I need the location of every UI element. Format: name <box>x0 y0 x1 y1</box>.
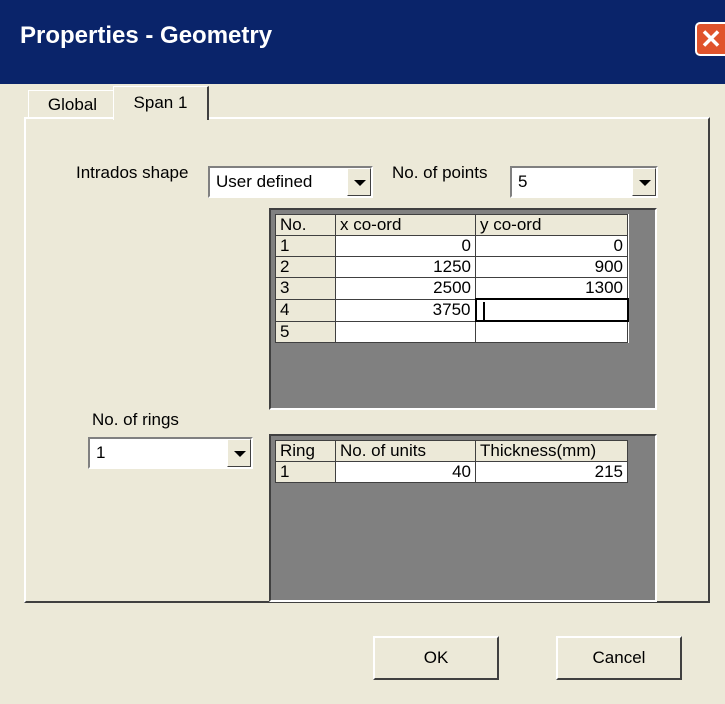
coord-grid: No. x co-ord y co-ord 1 0 0 2 1250 900 3… <box>269 208 657 410</box>
text-cursor <box>482 301 485 320</box>
intrados-shape-select[interactable]: User defined <box>208 166 373 198</box>
tab-span-1[interactable]: Span 1 <box>113 86 209 120</box>
thickness-cell[interactable]: 215 <box>475 461 628 483</box>
rings-value: 1 <box>96 443 106 462</box>
coord-table: No. x co-ord y co-ord 1 0 0 2 1250 900 3… <box>275 214 629 343</box>
row-header: 1 <box>275 461 336 483</box>
y-coord-cell[interactable] <box>475 320 628 343</box>
table-row: 1 0 0 <box>275 235 628 257</box>
window-title: Properties - Geometry <box>20 22 273 49</box>
ok-button[interactable]: OK <box>373 636 499 680</box>
tab-global-label: Global <box>47 95 98 114</box>
x-coord-cell[interactable] <box>335 320 476 343</box>
rings-select[interactable]: 1 <box>88 437 253 469</box>
y-coord-cell[interactable]: 0 <box>475 235 628 257</box>
x-coord-cell[interactable]: 0 <box>335 235 476 257</box>
column-header: Thickness(mm) <box>475 440 628 462</box>
title-bar: Properties - Geometry ✕ <box>0 0 725 84</box>
y-coord-cell[interactable]: 1300 <box>475 277 628 300</box>
points-select[interactable]: 5 <box>510 166 658 198</box>
cancel-button[interactable]: Cancel <box>556 636 682 680</box>
ring-table: Ring No. of units Thickness(mm) 1 40 215 <box>275 440 628 483</box>
intrados-shape-label: Intrados shape <box>76 163 189 182</box>
chevron-down-icon[interactable] <box>347 168 371 196</box>
table-row: 5 <box>275 320 628 343</box>
table-row: 2 1250 900 <box>275 256 628 278</box>
column-header: No. of units <box>335 440 476 462</box>
column-header: Ring <box>275 440 336 462</box>
chevron-down-icon[interactable] <box>227 439 251 467</box>
column-header: x co-ord <box>335 214 476 236</box>
chevron-down-icon[interactable] <box>632 168 656 196</box>
points-value: 5 <box>518 172 528 191</box>
tab-span-1-label: Span 1 <box>133 93 188 112</box>
x-coord-cell[interactable]: 3750 <box>335 298 476 322</box>
tab-global[interactable]: Global <box>28 90 118 118</box>
x-coord-cell[interactable]: 2500 <box>335 277 476 300</box>
close-icon[interactable]: ✕ <box>695 22 725 56</box>
row-header: 4 <box>275 298 336 322</box>
row-header: 5 <box>275 320 336 343</box>
x-coord-cell[interactable]: 1250 <box>335 256 476 278</box>
column-header: No. <box>275 214 336 236</box>
row-header: 3 <box>275 277 336 300</box>
rings-label: No. of rings <box>92 410 179 429</box>
table-row: 1 40 215 <box>275 461 628 483</box>
points-label: No. of points <box>392 163 488 182</box>
table-header-row: Ring No. of units Thickness(mm) <box>275 440 628 462</box>
table-header-row: No. x co-ord y co-ord <box>275 214 628 236</box>
table-row: 3 2500 1300 <box>275 277 628 300</box>
units-cell[interactable]: 40 <box>335 461 476 483</box>
ring-grid: Ring No. of units Thickness(mm) 1 40 215 <box>269 434 657 602</box>
y-coord-edit-cell[interactable] <box>474 298 629 322</box>
y-coord-cell[interactable]: 900 <box>475 256 628 278</box>
table-row: 4 3750 <box>275 298 629 322</box>
row-header: 2 <box>275 256 336 278</box>
intrados-shape-value: User defined <box>216 172 313 191</box>
row-header: 1 <box>275 235 336 257</box>
column-header: y co-ord <box>475 214 628 236</box>
